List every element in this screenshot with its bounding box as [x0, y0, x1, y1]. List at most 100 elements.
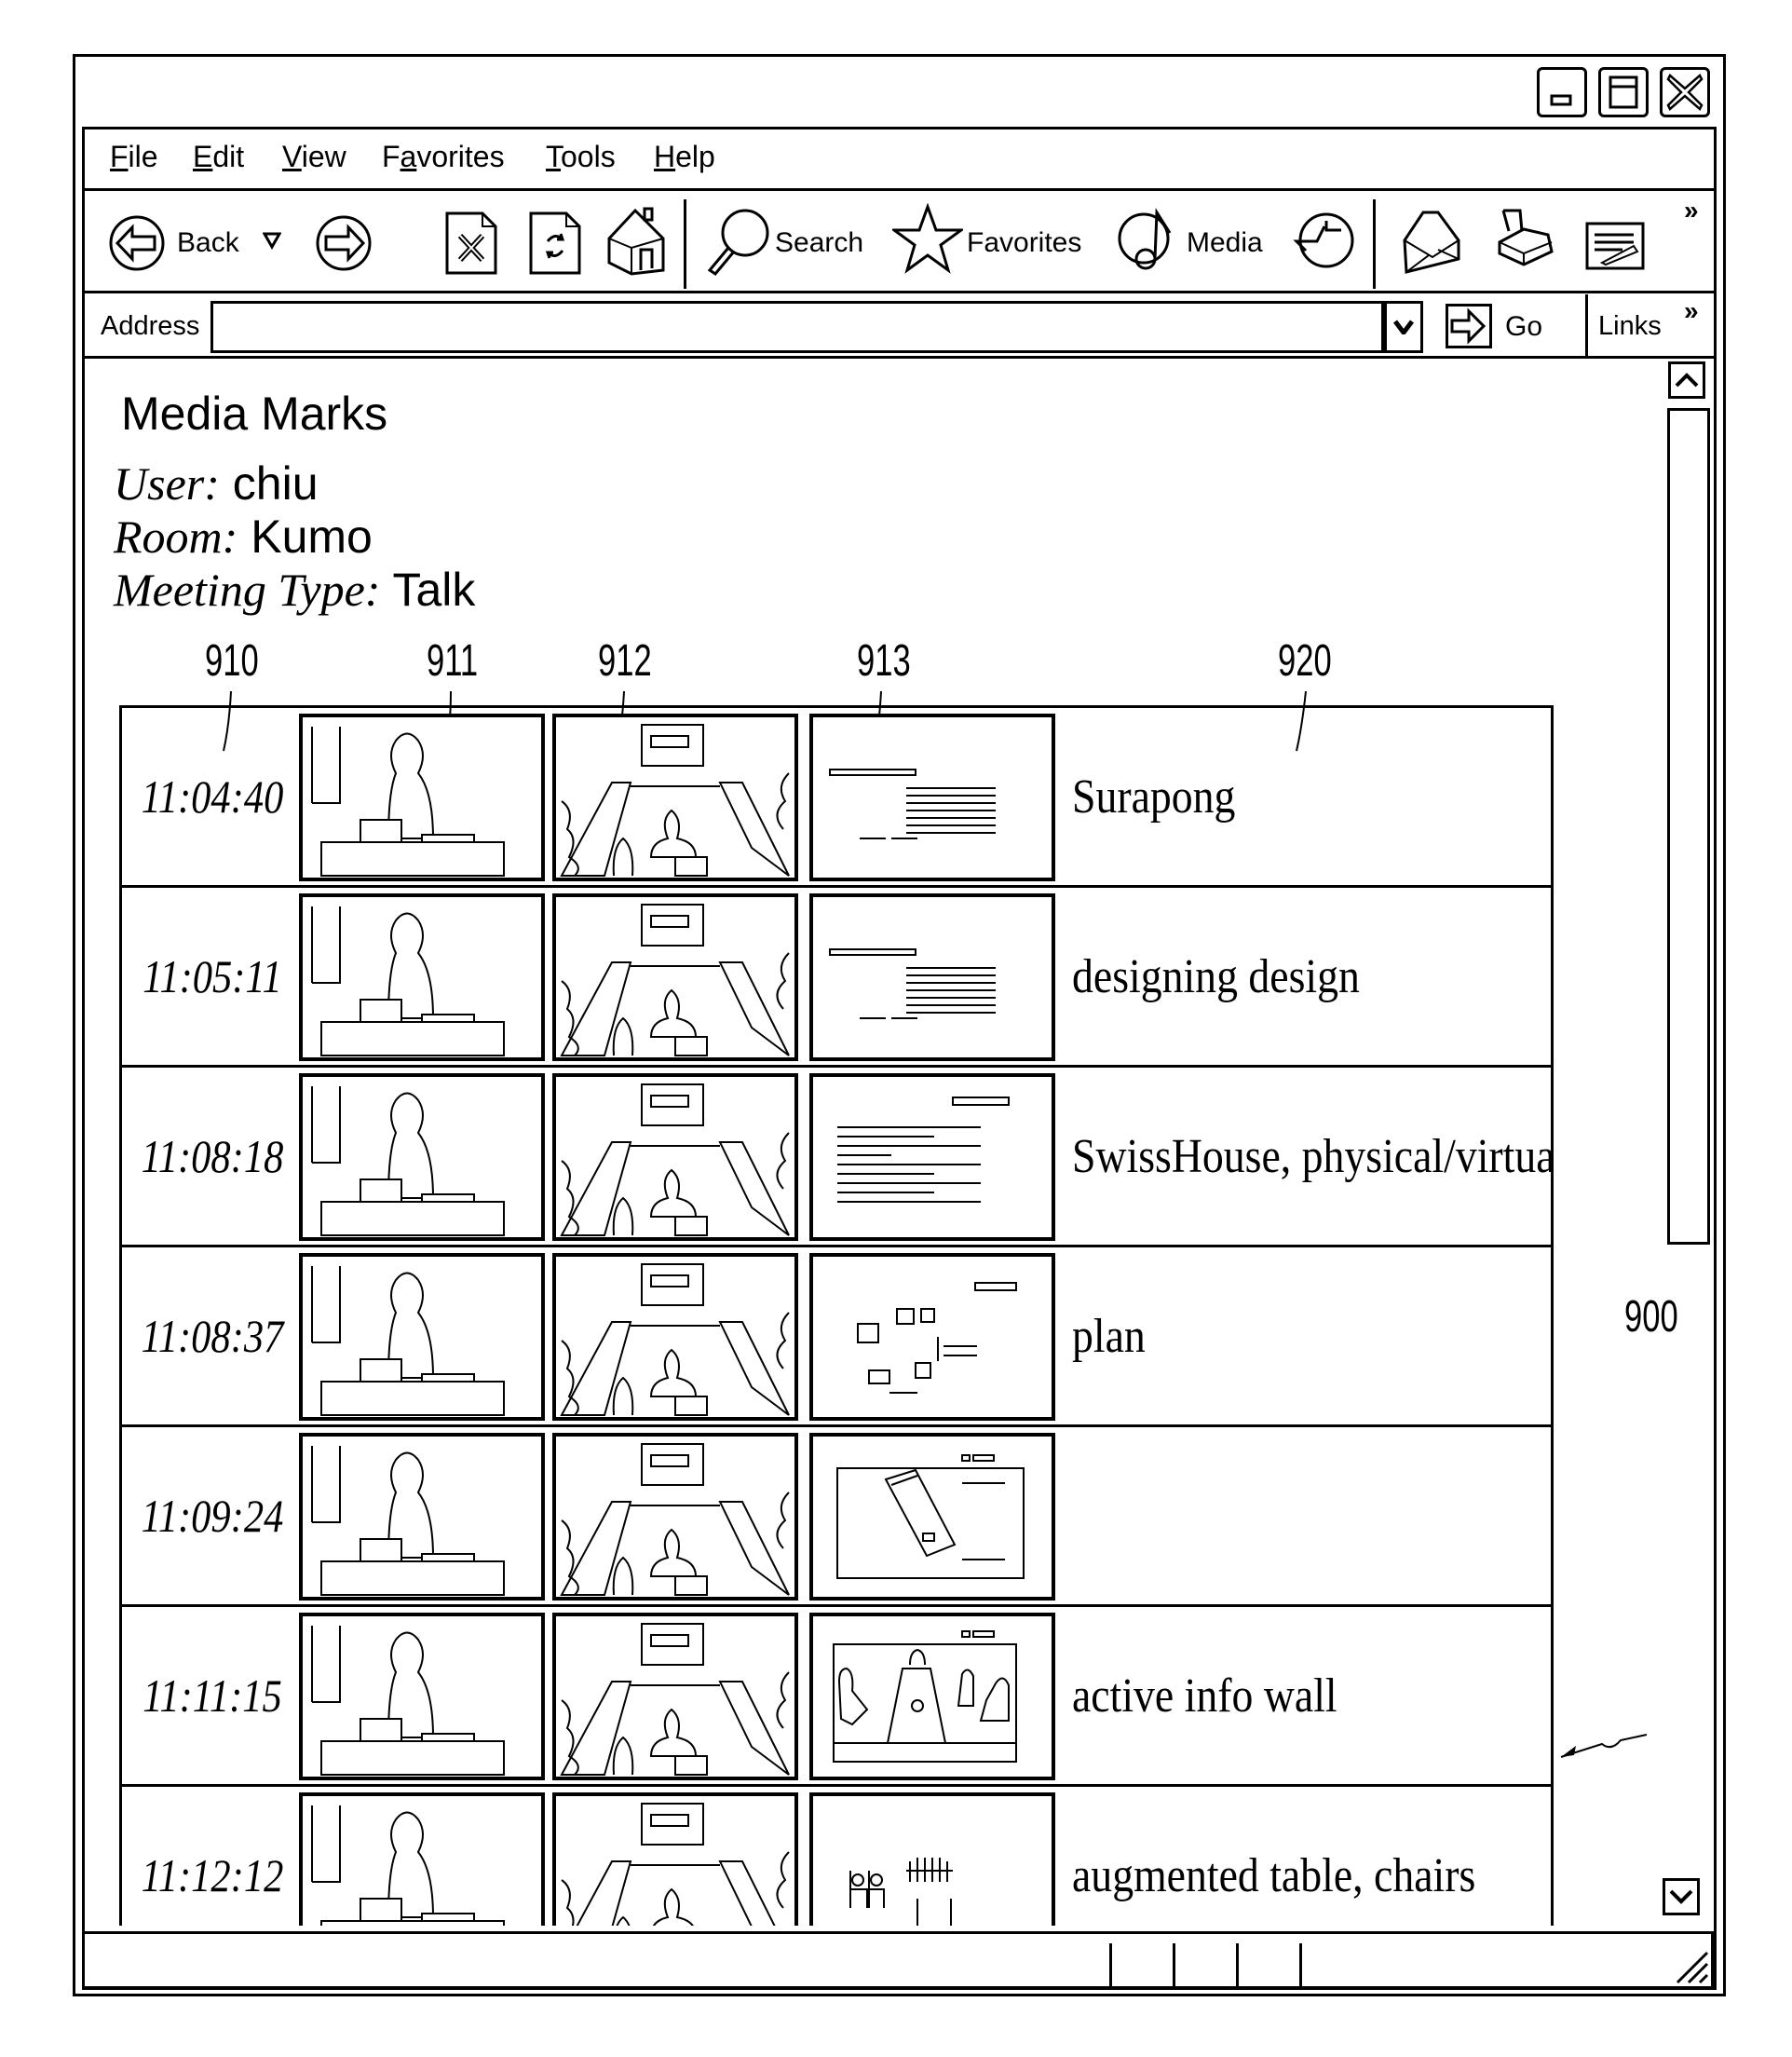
- presenter-video-thumbnail-image: [311, 1805, 505, 1926]
- media-label[interactable]: Media: [1187, 227, 1263, 259]
- media-mark-row[interactable]: 11:08:18 SwissHouse, physical/virtual: [122, 1068, 1551, 1247]
- room-video-thumbnail-image: [560, 724, 790, 877]
- menu-favorites[interactable]: Favorites: [382, 140, 505, 174]
- media-mark-row[interactable]: 11:04:40 Surapong: [122, 708, 1551, 888]
- mark-timestamp[interactable]: 11:11:15: [139, 1607, 286, 1784]
- meeting-type-value: Talk: [392, 564, 476, 616]
- room-video-thumbnail-image: [560, 904, 790, 1056]
- toolbar-separator-2: [1373, 199, 1376, 289]
- go-arrow-icon: [1450, 307, 1487, 345]
- minimize-button[interactable]: [1537, 67, 1587, 117]
- maximize-button[interactable]: [1598, 67, 1649, 117]
- menu-tools[interactable]: Tools: [546, 140, 616, 174]
- slide-thumbnail[interactable]: [809, 1433, 1055, 1601]
- room-video-thumbnail[interactable]: [552, 1253, 798, 1421]
- room-key: Room:: [114, 511, 238, 563]
- history-icon: [1293, 212, 1354, 268]
- chevron-down-icon: [1669, 1889, 1693, 1904]
- address-input[interactable]: [210, 301, 1384, 353]
- presenter-video-thumbnail[interactable]: [299, 1253, 545, 1421]
- go-label[interactable]: Go: [1505, 311, 1542, 343]
- mark-timestamp[interactable]: 11:04:40: [139, 708, 286, 885]
- mark-timestamp[interactable]: 11:05:11: [139, 888, 286, 1065]
- room-video-thumbnail[interactable]: [552, 1613, 798, 1780]
- minimize-icon: [1550, 94, 1572, 106]
- user-key: User:: [114, 457, 220, 510]
- scrollbar-thumb[interactable]: [1667, 408, 1710, 1245]
- back-button[interactable]: [108, 214, 166, 272]
- menu-help[interactable]: Help: [654, 140, 715, 174]
- close-button[interactable]: [1660, 67, 1710, 117]
- ref-910: 910: [205, 636, 259, 686]
- mark-timestamp[interactable]: 11:08:37: [139, 1247, 286, 1424]
- presenter-video-thumbnail[interactable]: [299, 893, 545, 1061]
- presenter-video-thumbnail[interactable]: [299, 714, 545, 881]
- room-value: Kumo: [251, 511, 373, 563]
- mark-timestamp[interactable]: 11:09:24: [139, 1427, 286, 1604]
- media-mark-row[interactable]: 11:12:12 augmented table, chairs: [122, 1787, 1551, 1926]
- room-video-thumbnail[interactable]: [552, 1073, 798, 1241]
- stop-button[interactable]: [443, 210, 499, 277]
- stop-icon: [445, 211, 497, 275]
- back-icon: [109, 215, 165, 271]
- scroll-up-button[interactable]: [1668, 361, 1705, 399]
- status-bar: [82, 1931, 1714, 1990]
- resize-grip-icon[interactable]: [1672, 1947, 1709, 1984]
- back-dropdown-icon: [263, 232, 281, 250]
- status-pane-divider: [1173, 1943, 1175, 1990]
- media-mark-row[interactable]: 11:08:37 plan: [122, 1247, 1551, 1427]
- presenter-video-thumbnail[interactable]: [299, 1613, 545, 1780]
- menu-file[interactable]: File: [110, 140, 158, 174]
- media-button[interactable]: [1118, 205, 1185, 272]
- media-mark-row[interactable]: 11:05:11 designing design: [122, 888, 1551, 1068]
- mark-timestamp[interactable]: 11:08:18: [139, 1068, 286, 1245]
- links-overflow-button[interactable]: »: [1684, 296, 1699, 326]
- presenter-video-thumbnail[interactable]: [299, 1073, 545, 1241]
- edit-button[interactable]: [1585, 220, 1645, 272]
- address-dropdown-button[interactable]: [1384, 301, 1423, 353]
- home-button[interactable]: [604, 203, 671, 278]
- links-label[interactable]: Links: [1598, 311, 1662, 342]
- favorites-star-icon: [892, 203, 963, 274]
- presenter-video-thumbnail-image: [311, 1626, 505, 1776]
- menu-view[interactable]: View: [282, 140, 346, 174]
- address-divider: [84, 356, 1714, 359]
- ref-913: 913: [857, 636, 911, 686]
- menu-edit[interactable]: Edit: [193, 140, 244, 174]
- back-label[interactable]: Back: [177, 227, 239, 259]
- search-icon: [707, 209, 769, 276]
- favorites-button[interactable]: [892, 203, 963, 274]
- media-marks-table: 11:04:40 Surapong 11:05:11 designing design…: [119, 705, 1554, 1926]
- room-video-thumbnail[interactable]: [552, 1792, 798, 1926]
- slide-thumbnail-image: [829, 769, 996, 839]
- presenter-video-thumbnail-image: [311, 1086, 505, 1236]
- back-dropdown-button[interactable]: [263, 231, 281, 250]
- scroll-down-button[interactable]: [1663, 1878, 1700, 1915]
- history-button[interactable]: [1293, 210, 1354, 271]
- slide-thumbnail[interactable]: [809, 1613, 1055, 1780]
- search-button[interactable]: [704, 207, 771, 276]
- presenter-video-thumbnail[interactable]: [299, 1792, 545, 1926]
- slide-thumbnail[interactable]: [809, 1073, 1055, 1241]
- room-video-thumbnail[interactable]: [552, 714, 798, 881]
- presenter-video-thumbnail[interactable]: [299, 1433, 545, 1601]
- favorites-label[interactable]: Favorites: [967, 227, 1081, 259]
- media-mark-row[interactable]: 11:09:24: [122, 1427, 1551, 1607]
- go-button[interactable]: [1446, 304, 1492, 348]
- mark-timestamp[interactable]: 11:12:12: [139, 1787, 286, 1926]
- slide-thumbnail[interactable]: [809, 1792, 1055, 1926]
- room-video-thumbnail[interactable]: [552, 893, 798, 1061]
- search-label[interactable]: Search: [775, 227, 863, 259]
- mail-icon: [1403, 211, 1460, 274]
- room-video-thumbnail[interactable]: [552, 1433, 798, 1601]
- slide-thumbnail[interactable]: [809, 1253, 1055, 1421]
- ref-900: 900: [1624, 1292, 1678, 1342]
- slide-thumbnail[interactable]: [809, 714, 1055, 881]
- media-mark-row[interactable]: 11:11:15 active info wall: [122, 1607, 1551, 1787]
- forward-button[interactable]: [315, 214, 373, 272]
- print-button[interactable]: [1496, 207, 1557, 278]
- mail-button[interactable]: [1401, 209, 1462, 276]
- toolbar-overflow-button[interactable]: »: [1684, 196, 1699, 225]
- refresh-button[interactable]: [527, 210, 583, 277]
- slide-thumbnail[interactable]: [809, 893, 1055, 1061]
